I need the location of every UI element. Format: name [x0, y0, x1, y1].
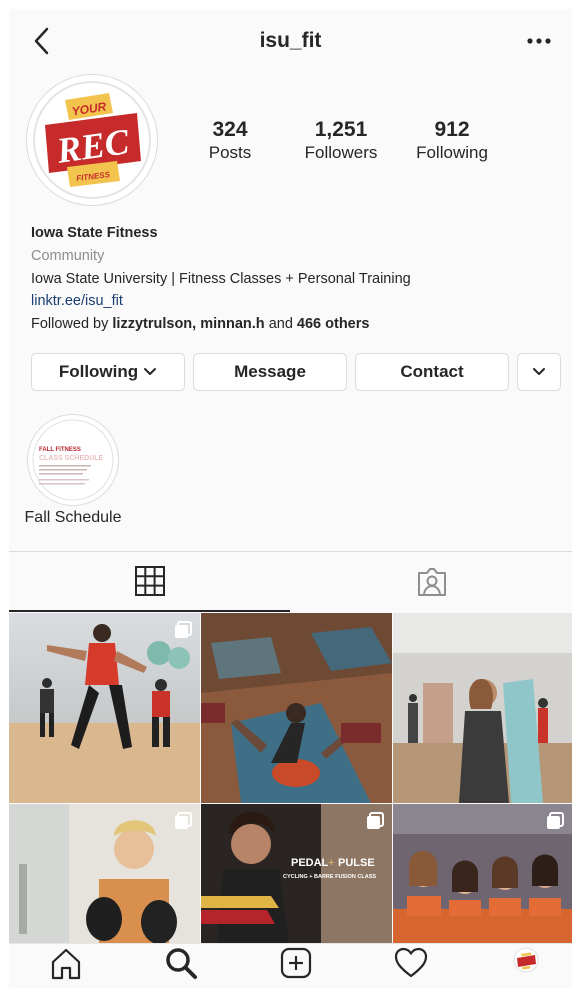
message-button-label: Message: [234, 362, 306, 381]
suggested-accounts-button[interactable]: [517, 353, 561, 391]
followed-by-prefix: Followed by: [31, 316, 113, 332]
svg-text:+: +: [328, 857, 334, 869]
posts-value: 324: [212, 118, 248, 141]
followed-by-others: 466 others: [296, 316, 370, 332]
followed-by-and: and: [264, 316, 297, 332]
contact-button-label: Contact: [400, 362, 464, 381]
profile-avatar[interactable]: YOUR REC FITNESS: [26, 74, 158, 206]
highlight-cover-art: FALL FITNESS CLASS SCHEDULE: [32, 419, 114, 501]
nav-home[interactable]: [36, 946, 96, 988]
more-options-icon[interactable]: [526, 33, 552, 49]
nav-new-post[interactable]: [266, 946, 326, 988]
post-thumbnail[interactable]: PEDAL + PULSE CYCLING + BARRE FUSION CLA…: [201, 804, 392, 943]
promo-title-left: PEDAL: [291, 857, 329, 869]
tab-tagged[interactable]: [291, 552, 572, 612]
contact-button[interactable]: Contact: [355, 353, 509, 391]
profile-category: Community: [31, 248, 105, 264]
followers-label: Followers: [304, 143, 378, 162]
activity-heart-icon: [394, 947, 428, 978]
nav-profile[interactable]: [496, 946, 556, 988]
followers-value: 1,251: [314, 118, 368, 141]
multiple-photos-icon: [175, 621, 192, 638]
post-image: [201, 613, 392, 803]
profile-screen: isu_fit YOUR REC FITNESS 324 Posts 1,251…: [9, 9, 572, 988]
grid-icon: [134, 566, 165, 596]
multiple-photos-icon: [367, 812, 384, 829]
promo-subtitle: CYCLING + BARRE FUSION CLASS: [283, 874, 376, 880]
followed-by-line[interactable]: Followed by lizzytrulson, minnan.h and 4…: [31, 314, 369, 334]
following-count[interactable]: 912 Following: [397, 118, 507, 164]
followers-count[interactable]: 1,251 Followers: [286, 118, 396, 164]
posts-grid: PEDAL + PULSE CYCLING + BARRE FUSION CLA…: [9, 613, 572, 943]
posts-label: Posts: [208, 143, 252, 162]
profile-tabs: [9, 551, 572, 613]
post-image: PEDAL + PULSE CYCLING + BARRE FUSION CLA…: [201, 804, 392, 943]
profile-link[interactable]: linktr.ee/isu_fit: [31, 291, 123, 311]
search-icon: [166, 948, 197, 979]
message-button[interactable]: Message: [193, 353, 347, 391]
following-value: 912: [434, 118, 470, 141]
chevron-down-icon: [533, 368, 545, 375]
chevron-down-icon: [144, 368, 157, 375]
profile-description: Iowa State University | Fitness Classes …: [31, 271, 411, 287]
profile-username: isu_fit: [259, 29, 322, 52]
top-bar: isu_fit: [9, 9, 572, 73]
multiple-photos-icon: [547, 812, 564, 829]
story-highlight-label[interactable]: Fall Schedule: [13, 509, 133, 527]
multiple-photos-icon: [175, 812, 192, 829]
post-thumbnail[interactable]: [201, 613, 392, 803]
nav-search[interactable]: [151, 946, 211, 988]
following-button-label: Following: [58, 362, 139, 381]
profile-avatar-icon: [513, 947, 539, 973]
profile-name: Iowa State Fitness: [31, 225, 158, 241]
post-thumbnail[interactable]: [393, 613, 572, 803]
followed-by-users: lizzytrulson, minnan.h: [112, 316, 265, 332]
highlight-cover-title-1: FALL FITNESS: [39, 447, 81, 453]
new-post-icon: [280, 947, 312, 979]
bottom-navigation: [9, 943, 572, 988]
post-thumbnail[interactable]: [9, 804, 200, 943]
following-button[interactable]: Following: [31, 353, 185, 391]
post-image: [9, 804, 200, 943]
following-label: Following: [416, 143, 488, 162]
posts-count[interactable]: 324 Posts: [175, 118, 285, 164]
promo-title-right: PULSE: [338, 857, 375, 869]
post-thumbnail[interactable]: [393, 804, 572, 943]
tagged-icon: [417, 568, 446, 596]
post-thumbnail[interactable]: [9, 613, 200, 803]
post-image: [9, 613, 200, 803]
post-image: [393, 613, 572, 803]
nav-activity[interactable]: [381, 946, 441, 988]
home-icon: [51, 948, 81, 980]
highlight-cover-title-2: CLASS SCHEDULE: [39, 455, 104, 462]
tab-posts-grid[interactable]: [9, 552, 290, 612]
rec-logo: YOUR REC FITNESS: [33, 81, 151, 199]
story-highlight-cover[interactable]: FALL FITNESS CLASS SCHEDULE: [27, 414, 119, 506]
